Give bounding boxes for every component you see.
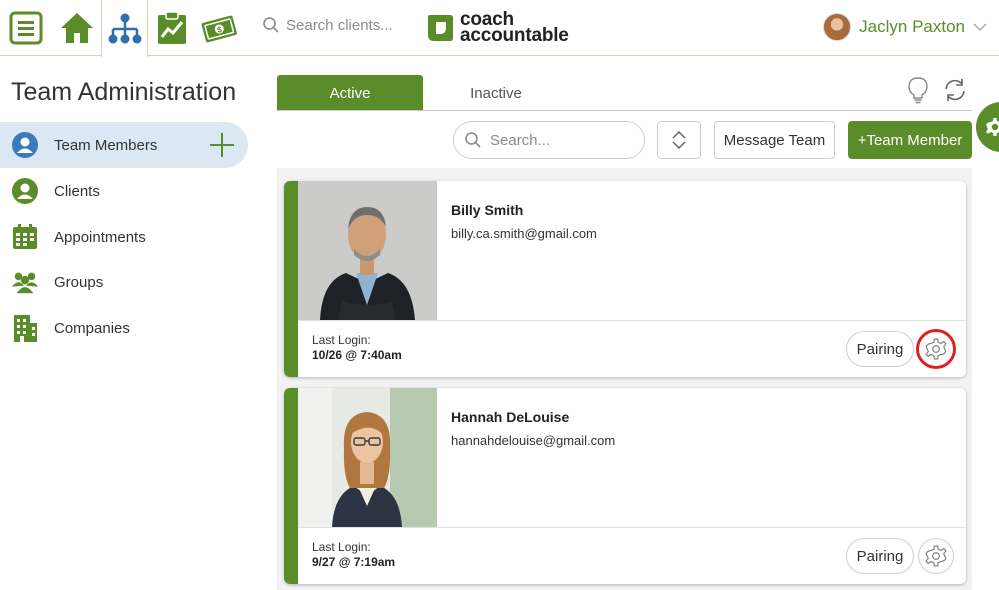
- sort-button[interactable]: [657, 121, 701, 159]
- last-login-label: Last Login:: [312, 333, 371, 347]
- sidebar-item-label: Clients: [54, 182, 100, 200]
- menu-icon: [9, 11, 43, 44]
- pairing-button[interactable]: Pairing: [846, 331, 914, 367]
- sidebar-item-label: Groups: [54, 273, 104, 291]
- tab-active[interactable]: Active: [277, 75, 423, 111]
- group-icon: [11, 268, 39, 296]
- sidebar-item-appointments[interactable]: Appointments: [0, 214, 248, 260]
- tab-divider: [277, 110, 972, 111]
- card-accent-bar: [284, 388, 298, 584]
- add-team-member-button[interactable]: +Team Member: [848, 121, 972, 159]
- last-login-value: 9/27 @ 7:19am: [312, 555, 396, 569]
- message-team-button[interactable]: Message Team: [714, 121, 835, 159]
- sidebar-item-team-members[interactable]: Team Members: [0, 122, 248, 168]
- org-chart-icon: [108, 13, 141, 43]
- tab-inactive[interactable]: Inactive: [423, 75, 569, 111]
- calendar-icon: [11, 223, 39, 251]
- coach-accountable-logo[interactable]: coach accountable: [426, 10, 569, 46]
- logo-mark-icon: [428, 15, 453, 41]
- member-card[interactable]: Hannah DeLouise hannahdelouise@gmail.com…: [284, 388, 966, 584]
- top-bar: $ Search clients... coach accountable Ja…: [0, 0, 999, 57]
- sidebar-item-label: Appointments: [54, 228, 146, 246]
- member-card[interactable]: Billy Smith billy.ca.smith@gmail.com Las…: [284, 181, 966, 377]
- chevron-down-icon: [973, 23, 987, 32]
- card-footer: Last Login: 9/27 @ 7:19am Pairing: [298, 527, 966, 584]
- member-name[interactable]: Hannah DeLouise: [451, 409, 569, 425]
- page-title: Team Administration: [11, 78, 237, 106]
- card-footer: Last Login: 10/26 @ 7:40am Pairing: [298, 320, 966, 377]
- sidebar-item-label: Team Members: [54, 136, 158, 154]
- home-button[interactable]: [56, 0, 98, 55]
- money-icon: $: [201, 15, 237, 42]
- sidebar-item-clients[interactable]: Clients: [0, 168, 248, 214]
- person-icon: [11, 177, 39, 205]
- team-admin-button[interactable]: [101, 0, 148, 57]
- clipboard-chart-icon: [158, 10, 186, 44]
- settings-tab[interactable]: [976, 102, 999, 152]
- member-email: billy.ca.smith@gmail.com: [451, 226, 597, 241]
- last-login-label: Last Login:: [312, 540, 371, 554]
- plus-icon[interactable]: [208, 131, 236, 159]
- sidebar-item-companies[interactable]: Companies: [0, 305, 248, 351]
- member-name[interactable]: Billy Smith: [451, 202, 523, 218]
- refresh-icon: [945, 79, 965, 101]
- last-login-value: 10/26 @ 7:40am: [312, 348, 402, 362]
- sort-icon: [672, 130, 686, 150]
- refresh-button[interactable]: [942, 76, 968, 104]
- card-accent-bar: [284, 181, 298, 377]
- logo-text-line2: accountable: [460, 25, 569, 46]
- client-search-placeholder[interactable]: Search clients...: [286, 17, 393, 34]
- client-search[interactable]: Search clients...: [262, 16, 393, 34]
- lightbulb-icon: [908, 77, 928, 104]
- team-search[interactable]: [453, 121, 645, 159]
- sidebar-item-label: Companies: [54, 319, 130, 337]
- pairing-button[interactable]: Pairing: [846, 538, 914, 574]
- member-settings-button[interactable]: [918, 538, 954, 574]
- reports-button[interactable]: [154, 0, 190, 55]
- search-icon: [263, 17, 279, 33]
- avatar: [823, 13, 852, 41]
- user-name: Jaclyn Paxton: [859, 17, 965, 36]
- member-photo[interactable]: [298, 388, 437, 527]
- member-settings-button[interactable]: [916, 329, 956, 369]
- gear-icon: [925, 338, 947, 360]
- tips-button[interactable]: [905, 76, 931, 104]
- sidebar-item-groups[interactable]: Groups: [0, 259, 248, 305]
- building-icon: [11, 314, 39, 342]
- team-search-input[interactable]: [490, 131, 630, 149]
- member-email: hannahdelouise@gmail.com: [451, 433, 616, 448]
- gear-icon: [986, 118, 999, 136]
- gear-icon: [925, 545, 947, 567]
- member-photo[interactable]: [298, 181, 437, 320]
- person-icon: [11, 131, 39, 159]
- search-icon: [465, 132, 481, 148]
- home-icon: [61, 12, 93, 43]
- billing-button[interactable]: $: [200, 0, 238, 55]
- user-menu[interactable]: Jaclyn Paxton: [823, 13, 987, 41]
- menu-button[interactable]: [8, 0, 44, 55]
